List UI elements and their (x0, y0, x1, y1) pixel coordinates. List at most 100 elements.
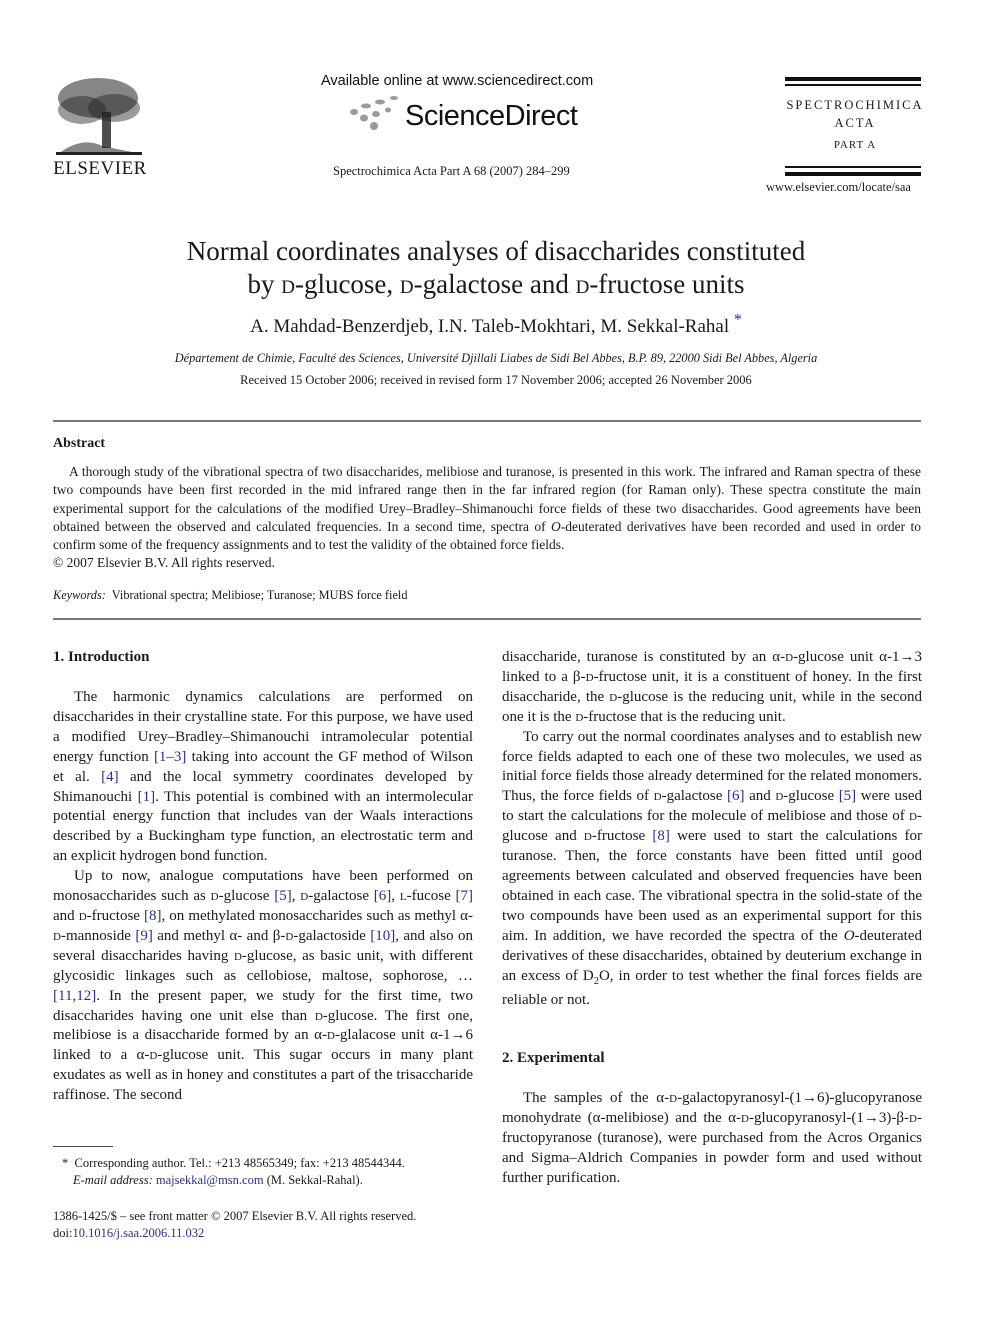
available-online-text[interactable]: Available online at www.sciencedirect.co… (321, 73, 593, 89)
config-prefix: d (653, 788, 662, 805)
title-line2: by d-glucose, d-galactose and d-fructose… (0, 268, 992, 301)
title-text: d (281, 269, 295, 299)
body-text: -glucose (218, 888, 275, 905)
citation-link[interactable]: [6] (374, 888, 392, 904)
abstract-text-part: O (550, 518, 561, 534)
journal-rule (785, 166, 921, 168)
intro-paragraph-2-continued: disaccharide, turanose is constituted by… (502, 648, 922, 728)
citation-link[interactable]: [5] (839, 788, 857, 804)
config-prefix: d (210, 888, 219, 905)
body-text: -glucopyranosyl-(1→3)-β- (748, 1109, 910, 1126)
journal-name-line2: ACTA (834, 116, 876, 130)
keywords: Keywords: Vibrational spectra; Melibiose… (53, 588, 407, 603)
doi-link[interactable]: 10.1016/j.saa.2006.11.032 (72, 1226, 204, 1240)
right-column: disaccharide, turanose is constituted by… (502, 648, 922, 1011)
body-text: and (744, 788, 776, 805)
email-label: E-mail address: (73, 1172, 153, 1187)
config-prefix: d (585, 668, 594, 685)
body-text: -fucose (406, 888, 456, 905)
author-list: A. Mahdad-Benzerdjeb, I.N. Taleb-Mokhtar… (250, 316, 730, 337)
corresponding-footnote: * Corresponding author. Tel.: +213 48565… (62, 1155, 405, 1172)
citation-link[interactable]: [8] (144, 908, 162, 924)
body-text: -fructose (86, 907, 145, 924)
citation-link[interactable]: [6] (727, 788, 745, 804)
journal-url-link[interactable]: www.elsevier.com/locate/saa (766, 180, 911, 195)
citation-link[interactable]: [5] (274, 888, 292, 904)
publisher-name: ELSEVIER (53, 158, 147, 179)
email-link[interactable]: majsekkal@msn.com (156, 1173, 264, 1187)
citation-link[interactable]: [1–3] (154, 749, 187, 765)
footnote-divider (53, 1146, 113, 1147)
title-text: d (399, 269, 414, 299)
body-text: -fructose that is the reducing unit. (583, 708, 786, 725)
elsevier-tree-logo-icon (52, 76, 144, 158)
abstract-text: A thorough study of the vibrational spec… (53, 463, 921, 554)
title-text: -galactose and (413, 269, 576, 299)
intro-paragraph-2: Up to now, analogue computations have be… (53, 867, 473, 1106)
body-text: -galactoside (293, 927, 371, 944)
config-prefix: d (669, 1090, 678, 1106)
left-column: The harmonic dynamics calculations are p… (53, 688, 473, 1106)
config-prefix: d (741, 1109, 749, 1126)
config-prefix: l (399, 888, 407, 905)
config-prefix: d (909, 1109, 917, 1126)
title-text: by (247, 269, 282, 299)
issn-doi-block: 1386-1425/$ – see front matter © 2007 El… (53, 1208, 416, 1241)
body-text: -glucose (783, 788, 839, 805)
body-text: were used to start the calculations for … (502, 828, 923, 944)
config-prefix: d (785, 649, 794, 665)
body-text: , on methylated monosaccharides such as … (161, 907, 473, 924)
body-text: -mannoside (60, 927, 136, 944)
citation-link[interactable]: [1] (138, 789, 156, 805)
keywords-list: Vibrational spectra; Melibiose; Turanose… (111, 588, 408, 602)
config-prefix: d (909, 808, 917, 825)
doi-label: doi: (53, 1225, 73, 1240)
keywords-label: Keywords: (53, 588, 106, 602)
footnote-text: Corresponding author. Tel.: +213 4856534… (74, 1156, 405, 1170)
italic-o: O (843, 927, 855, 944)
section-heading-introduction: 1. Introduction (53, 649, 150, 665)
email-suffix: (M. Sekkal-Rahal). (263, 1172, 363, 1187)
journal-name: SPECTROCHIMICA ACTA (785, 96, 925, 132)
title-text: -fructose units (589, 269, 745, 299)
footnotes: * Corresponding author. Tel.: +213 48565… (62, 1155, 405, 1188)
citation-link[interactable]: [7] (456, 888, 474, 904)
body-text: disaccharide, turanose is constituted by… (502, 649, 786, 665)
config-prefix: d (300, 888, 309, 905)
section-heading-experimental: 2. Experimental (502, 1050, 605, 1066)
journal-part: PART A (833, 139, 877, 151)
config-prefix: d (583, 828, 592, 845)
sciencedirect-dots-logo-icon (346, 94, 406, 134)
title-text: d (575, 269, 590, 299)
body-text: , (391, 888, 400, 905)
body-text: and (53, 907, 79, 924)
citation-link[interactable]: [8] (652, 828, 670, 844)
body-text: The samples of the α- (523, 1090, 670, 1106)
body-text: -galactose (661, 788, 727, 805)
footnote-star: * (62, 1156, 69, 1170)
config-prefix: d (53, 927, 61, 944)
divider (53, 420, 921, 422)
experimental-body: The samples of the α-d-galactopyranosyl-… (502, 1089, 922, 1189)
divider (53, 618, 921, 620)
config-prefix: d (233, 947, 242, 964)
email-footnote: E-mail address: majsekkal@msn.com (M. Se… (62, 1172, 405, 1189)
citation-link[interactable]: [10] (370, 928, 395, 944)
authors: A. Mahdad-Benzerdjeb, I.N. Taleb-Mokhtar… (0, 312, 992, 338)
doi-line: doi:10.1016/j.saa.2006.11.032 (53, 1225, 416, 1242)
config-prefix: d (78, 907, 87, 924)
journal-rule (785, 77, 921, 81)
corresponding-author-link[interactable]: * (734, 312, 742, 329)
citation-link[interactable]: [9] (135, 928, 153, 944)
config-prefix: d (326, 1027, 335, 1044)
sciencedirect-logo-text[interactable]: ScienceDirect (405, 100, 578, 133)
abstract-copyright: © 2007 Elsevier B.V. All rights reserved… (53, 555, 275, 571)
body-text: -galactose (308, 888, 374, 905)
abstract-heading: Abstract (53, 436, 106, 451)
citation-link[interactable]: [4] (101, 769, 119, 785)
citation-link[interactable]: [11,12] (53, 988, 96, 1004)
abstract-body: A thorough study of the vibrational spec… (53, 463, 921, 573)
affiliation: Département de Chimie, Faculté des Scien… (174, 351, 818, 365)
config-prefix: d (314, 1007, 323, 1024)
journal-name-line1: SPECTROCHIMICA (786, 98, 924, 112)
